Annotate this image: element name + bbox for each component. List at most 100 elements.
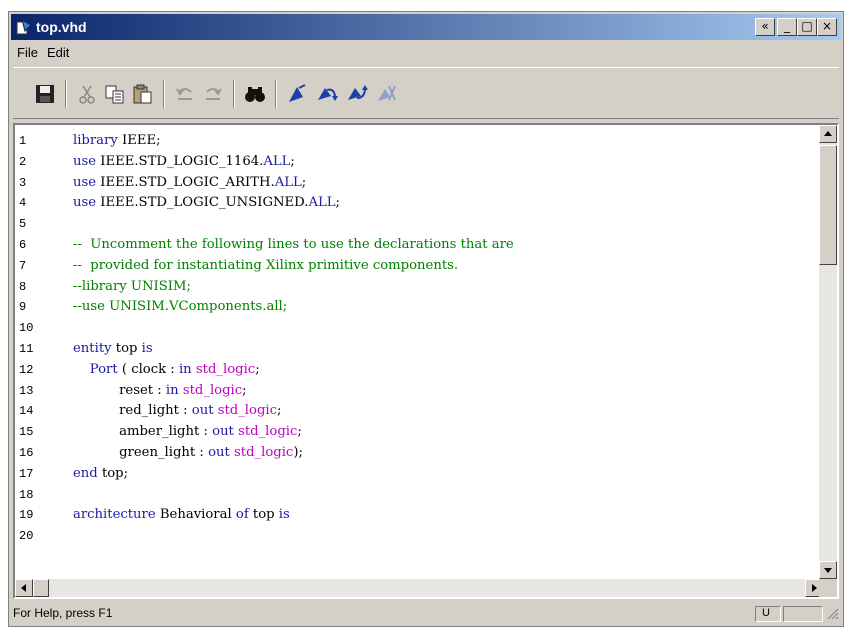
code-line[interactable]: 15 amber_light : out std_logic;	[15, 422, 823, 443]
code-token: Behavioral	[155, 507, 236, 523]
code-token: is	[141, 340, 153, 356]
scroll-down-button[interactable]	[819, 561, 837, 579]
code-line[interactable]: 9 --use UNISIM.VComponents.all;	[15, 297, 823, 318]
undo-icon[interactable]	[173, 82, 197, 106]
toolbar-separator	[163, 80, 165, 108]
resize-grip-icon[interactable]	[825, 606, 839, 625]
code-token: green_light :	[73, 444, 209, 460]
arrow-down-icon	[824, 568, 832, 573]
code-line[interactable]: 18	[15, 485, 823, 506]
line-number: 4	[19, 196, 27, 211]
code-line[interactable]: 5	[15, 214, 823, 235]
code-token: top;	[97, 465, 129, 481]
code-line[interactable]: 8 --library UNISIM;	[15, 277, 823, 298]
code-area[interactable]: 1 library IEEE; 2 use IEEE.STD_LOGIC_1164.A…	[15, 131, 823, 547]
arrow-left-icon	[21, 584, 26, 592]
code-token: -- Uncomment the following lines to use …	[73, 236, 514, 252]
code-line[interactable]: 7 -- provided for instantiating Xilinx pr…	[15, 256, 823, 277]
line-number: 12	[19, 362, 34, 377]
find-icon[interactable]	[243, 82, 267, 106]
maximize-button[interactable]: □	[797, 18, 817, 36]
code-token: use	[73, 195, 97, 211]
menu-bar: File Edit	[11, 42, 841, 64]
line-number: 9	[19, 300, 27, 315]
code-token: ALL	[263, 153, 291, 169]
code-text: green_light : out std_logic);	[73, 443, 303, 464]
code-line[interactable]: 17 end top;	[15, 464, 823, 485]
toolbar-separator	[233, 80, 235, 108]
redo-icon[interactable]	[201, 82, 225, 106]
code-token: std_logic	[238, 424, 298, 440]
status-bar: For Help, press F1 U	[11, 604, 841, 624]
horizontal-scrollbar[interactable]	[15, 579, 823, 597]
code-editor[interactable]: 1 library IEEE; 2 use IEEE.STD_LOGIC_1164.A…	[13, 123, 839, 599]
bookmark-next-icon[interactable]	[315, 82, 339, 106]
toolbar-separator	[65, 80, 67, 108]
vertical-scroll-thumb[interactable]	[819, 145, 837, 265]
title-bar[interactable]: top.vhd « _ □ ×	[11, 14, 841, 40]
code-line[interactable]: 6 -- Uncomment the following lines to use…	[15, 235, 823, 256]
bookmark-clear-icon[interactable]	[375, 82, 399, 106]
status-help-text: For Help, press F1	[13, 606, 113, 620]
horizontal-scroll-thumb[interactable]	[33, 579, 49, 597]
cut-icon[interactable]	[75, 82, 99, 106]
code-text: Port ( clock : in std_logic;	[73, 360, 260, 381]
bookmark-toggle-icon[interactable]	[285, 82, 309, 106]
minimize-button[interactable]: _	[777, 18, 797, 36]
save-icon[interactable]	[33, 82, 57, 106]
code-text: use IEEE.STD_LOGIC_ARITH.ALL;	[73, 173, 306, 194]
close-button[interactable]: ×	[817, 18, 837, 36]
code-token: ;	[335, 195, 340, 211]
bookmark-prev-icon[interactable]	[345, 82, 369, 106]
file-icon	[16, 18, 32, 35]
line-number: 5	[19, 217, 27, 232]
code-line[interactable]: 19 architecture Behavioral of top is	[15, 505, 823, 526]
code-line[interactable]: 1 library IEEE;	[15, 131, 823, 152]
code-line[interactable]: 14 red_light : out std_logic;	[15, 401, 823, 422]
restore-editor-button[interactable]: «	[755, 18, 775, 36]
status-panel-mode: U	[755, 606, 781, 622]
code-text: end top;	[73, 464, 128, 485]
code-token: ;	[255, 361, 260, 377]
code-line[interactable]: 2 use IEEE.STD_LOGIC_1164.ALL;	[15, 152, 823, 173]
scroll-left-button[interactable]	[15, 579, 33, 597]
code-line[interactable]: 20	[15, 526, 823, 547]
copy-icon[interactable]	[103, 82, 127, 106]
code-line[interactable]: 3 use IEEE.STD_LOGIC_ARITH.ALL;	[15, 173, 823, 194]
code-line[interactable]: 16 green_light : out std_logic);	[15, 443, 823, 464]
code-line[interactable]: 10	[15, 318, 823, 339]
code-line[interactable]: 12 Port ( clock : in std_logic;	[15, 360, 823, 381]
vertical-scrollbar[interactable]	[819, 125, 837, 579]
code-text: amber_light : out std_logic;	[73, 422, 302, 443]
code-text: -- provided for instantiating Xilinx pri…	[73, 256, 458, 277]
code-text: library IEEE;	[73, 131, 161, 152]
menu-edit[interactable]: Edit	[47, 45, 69, 60]
line-number: 7	[19, 258, 27, 273]
scroll-up-button[interactable]	[819, 125, 837, 143]
code-line[interactable]: 11 entity top is	[15, 339, 823, 360]
code-token: entity	[73, 340, 112, 356]
code-token: in	[178, 361, 192, 377]
scroll-corner	[819, 579, 837, 597]
code-token: IEEE;	[117, 133, 161, 148]
toolbar	[13, 67, 839, 119]
line-number: 1	[19, 134, 27, 148]
code-line[interactable]: 13 reset : in std_logic;	[15, 381, 823, 402]
code-token: ;	[277, 403, 282, 419]
line-number: 3	[19, 175, 27, 190]
code-token: of	[235, 507, 249, 523]
paste-icon[interactable]	[131, 82, 155, 106]
code-token: use	[73, 174, 97, 190]
code-token: IEEE.STD_LOGIC_ARITH.	[96, 174, 275, 190]
line-number: 8	[19, 279, 27, 294]
window-title: top.vhd	[36, 19, 87, 35]
menu-file[interactable]: File	[17, 45, 38, 60]
code-token: architecture	[73, 507, 156, 523]
code-line[interactable]: 4 use IEEE.STD_LOGIC_UNSIGNED.ALL;	[15, 193, 823, 214]
code-text: entity top is	[73, 339, 153, 360]
code-token: ALL	[274, 174, 302, 190]
code-token: std_logic	[195, 361, 256, 377]
code-token: std_logic	[182, 382, 243, 398]
status-panel-empty	[783, 606, 823, 622]
line-number: 13	[19, 383, 34, 398]
